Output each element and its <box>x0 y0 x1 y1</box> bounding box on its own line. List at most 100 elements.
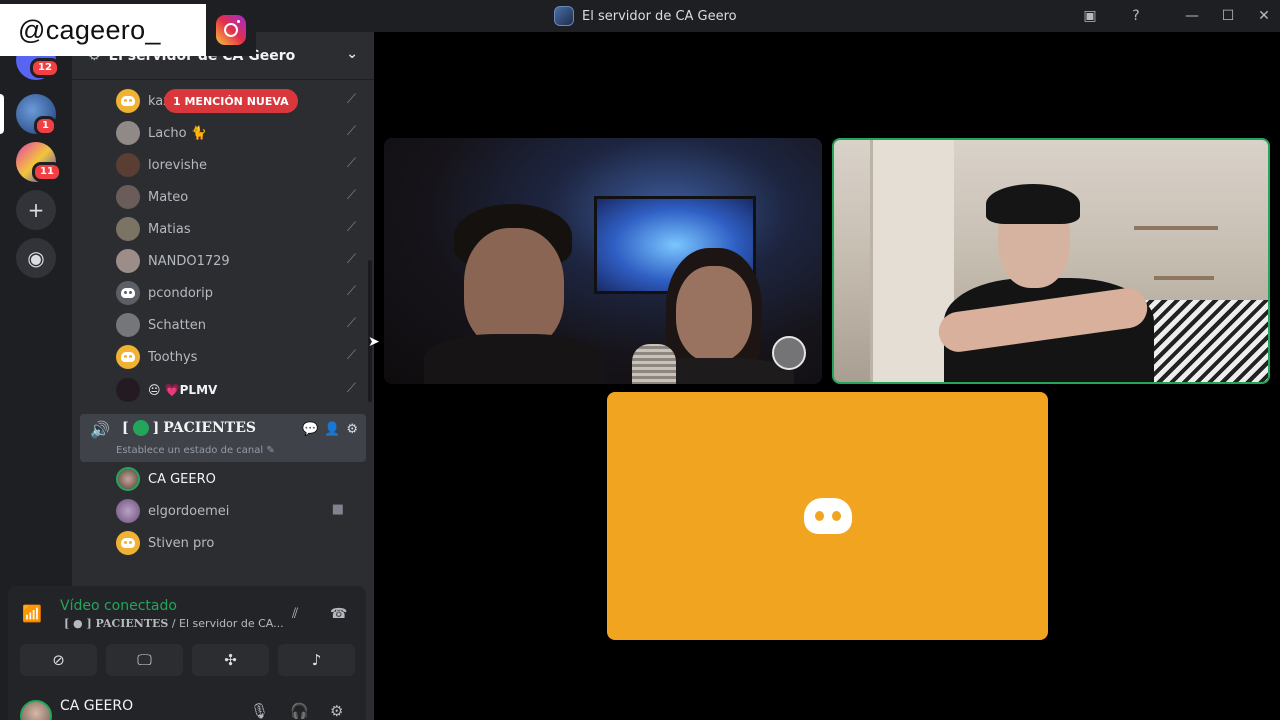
server-2-badge: 11 <box>32 162 62 182</box>
list-item[interactable]: Schatten ⟋ <box>116 311 356 339</box>
avatar <box>116 217 140 241</box>
new-mention-pill[interactable]: 1 MENCIÓN NUEVA <box>164 89 298 113</box>
watermark-handle: @cageero_ <box>0 4 206 56</box>
microphone-prop <box>632 344 676 384</box>
channel-status-placeholder[interactable]: Establece un estado de canal ✎ <box>116 445 275 456</box>
deafened-icon: ⟋ <box>346 284 356 299</box>
list-item[interactable]: CA GEERO <box>116 465 356 493</box>
avatar <box>116 281 140 305</box>
list-item[interactable]: Matias ⟋ <box>116 215 356 243</box>
add-server-icon[interactable]: + <box>16 190 56 230</box>
active-server-indicator <box>0 94 4 134</box>
voice-member-name: elgordoemei <box>148 503 230 519</box>
invite-icon[interactable]: 👤 <box>324 422 340 437</box>
avatar <box>116 467 140 491</box>
member-name: Lacho 🐈 <box>148 125 207 141</box>
camera-icon: ■ <box>331 502 344 517</box>
avatar <box>116 499 140 523</box>
member-name: pcondorip <box>148 285 214 301</box>
instagram-icon <box>216 15 246 45</box>
maximize-button[interactable]: ☐ <box>1216 4 1240 28</box>
avatar <box>116 313 140 337</box>
list-item[interactable]: NANDO1729 ⟋ <box>116 247 356 275</box>
shelf <box>1134 226 1218 230</box>
door <box>870 140 954 382</box>
video-tile-2-speaking[interactable] <box>832 138 1270 384</box>
green-circle-icon <box>132 420 149 436</box>
activities-button[interactable]: ✣ <box>192 644 269 676</box>
deafened-icon: ⟋ <box>346 316 356 331</box>
cap <box>986 184 1080 224</box>
list-item[interactable]: lorevishe ⟋ <box>116 151 356 179</box>
avatar <box>116 378 140 402</box>
home-badge: 12 <box>30 58 60 78</box>
user-name: CA GEERO <box>60 698 134 714</box>
member-name: Toothys <box>148 349 198 365</box>
speaker-icon: 🔊 <box>90 420 110 439</box>
video-tile-3-no-camera[interactable] <box>607 392 1048 640</box>
list-item[interactable]: pcondorip ⟋ <box>116 279 356 307</box>
voice-member-name: Stiven pro <box>148 535 215 551</box>
explore-icon[interactable]: ◉ <box>16 238 56 278</box>
list-item[interactable]: 😐 💗PLMV ⟋ <box>116 376 356 404</box>
list-item[interactable]: elgordoemei ■ <box>116 497 356 525</box>
bracket-open: [ <box>122 420 129 436</box>
avatar[interactable] <box>20 700 52 720</box>
minimize-button[interactable]: — <box>1180 4 1204 28</box>
close-button[interactable]: ✕ <box>1252 4 1276 28</box>
gear-icon[interactable]: ⚙ <box>346 422 358 437</box>
list-item[interactable]: Mateo ⟋ <box>116 183 356 211</box>
camera-off-button[interactable]: ⊘ <box>20 644 97 676</box>
microphone-icon[interactable]: 🎙 <box>250 702 269 720</box>
voice-channel-prefix: [ ● ] PACIENTES <box>64 617 169 630</box>
gear-icon[interactable]: ⚙ <box>330 702 343 720</box>
inbox-icon[interactable]: ▣ <box>1078 4 1102 28</box>
list-item[interactable]: Lacho 🐈 ⟋ <box>116 119 356 147</box>
help-icon[interactable]: ? <box>1124 4 1148 28</box>
member-name: 😐 💗PLMV <box>148 383 218 397</box>
avatar <box>116 345 140 369</box>
video-tile-1[interactable] <box>384 138 822 384</box>
user-panel: CA GEERO 🎙 🎧 ⚙ <box>8 692 366 720</box>
shelf <box>1154 276 1214 280</box>
list-item[interactable]: Toothys ⟋ <box>116 343 356 371</box>
window-title-text: El servidor de CA Geero <box>582 8 737 24</box>
voice-channel-link[interactable]: [ ● ] PACIENTES / El servidor de CA... <box>64 617 284 630</box>
noise-suppression-icon[interactable]: ⫽ <box>292 606 298 622</box>
person-face <box>464 228 564 348</box>
discord-logo-icon <box>803 498 852 534</box>
watermark-text: @cageero_ <box>18 14 161 45</box>
screen-share-button[interactable]: 🖵 <box>106 644 183 676</box>
server-icon <box>554 6 574 26</box>
list-item[interactable]: Stiven pro <box>116 529 356 557</box>
headphones-icon[interactable]: 🎧 <box>290 702 309 720</box>
deafened-icon: ⟋ <box>346 348 356 363</box>
voice-status: Vídeo conectado <box>60 598 177 614</box>
person-face <box>676 266 752 362</box>
deafened-icon: ⟋ <box>346 156 356 171</box>
channel-name-text: PACIENTES <box>163 420 256 436</box>
deafened-icon: ⟋ <box>346 188 356 203</box>
avatar <box>116 249 140 273</box>
stream-logo-icon <box>772 336 806 370</box>
soundboard-button[interactable]: ♪ <box>278 644 355 676</box>
avatar <box>116 121 140 145</box>
voice-actions: ⊘ 🖵 ✣ ♪ <box>20 644 355 676</box>
voice-channel-pacientes[interactable]: 🔊 [ ] PACIENTES Establece un estado de c… <box>80 414 366 462</box>
member-name: Matias <box>148 221 191 237</box>
voice-channel-name: [ ] PACIENTES <box>122 420 256 436</box>
mouse-cursor-icon: ➤ <box>368 334 380 350</box>
disconnect-icon[interactable]: ☎ <box>330 606 347 622</box>
member-name: NANDO1729 <box>148 253 230 269</box>
member-name: Schatten <box>148 317 207 333</box>
signal-icon: 📶 <box>22 604 42 623</box>
bracket-close: ] <box>152 420 160 436</box>
chevron-down-icon[interactable]: ⌄ <box>346 46 358 62</box>
window-title: El servidor de CA Geero <box>554 6 737 26</box>
scrollbar[interactable] <box>368 260 372 402</box>
chat-icon[interactable]: 💬 <box>302 422 318 437</box>
deafened-icon: ⟋ <box>346 92 356 107</box>
voice-channel-suffix: / El servidor de CA... <box>168 617 284 630</box>
avatar <box>116 185 140 209</box>
channel-actions: 💬 👤 ⚙ <box>302 422 358 437</box>
